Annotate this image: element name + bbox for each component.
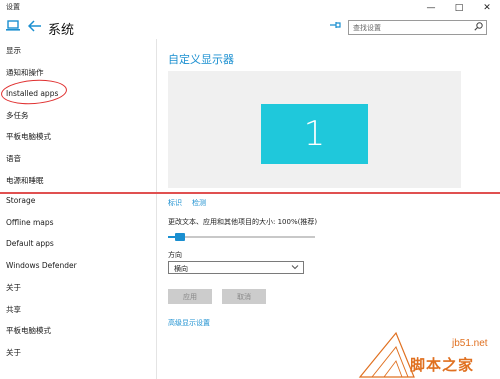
- back-arrow-icon[interactable]: [27, 20, 42, 36]
- slider-track: [168, 236, 315, 238]
- chevron-down-icon: [291, 262, 299, 274]
- watermark-logo-icon: [358, 331, 415, 378]
- sidebar-item-default-apps[interactable]: Default apps: [6, 239, 54, 248]
- orientation-label: 方向: [168, 251, 182, 259]
- advanced-display-settings-link[interactable]: 高级显示设置: [168, 318, 210, 328]
- sidebar-item-storage[interactable]: Storage: [6, 196, 35, 205]
- title-bar: 设置 — □ ✕: [0, 0, 500, 15]
- sidebar-item-speech[interactable]: 语音: [6, 153, 21, 164]
- header: 系统: [0, 15, 500, 39]
- sidebar-item-offline-maps[interactable]: Offline maps: [6, 218, 54, 227]
- page-title: 系统: [48, 23, 75, 38]
- sidebar-item-share[interactable]: 共享: [6, 304, 21, 315]
- section-title: 自定义显示器: [168, 53, 234, 66]
- close-button[interactable]: ✕: [476, 0, 498, 15]
- sidebar-item-power-sleep[interactable]: 电源和睡眠: [6, 175, 44, 186]
- detect-link[interactable]: 检测: [192, 198, 206, 208]
- watermark-name: 脚本之家: [410, 356, 475, 374]
- monitor-tile[interactable]: 1: [261, 104, 368, 164]
- slider-thumb[interactable]: [175, 233, 185, 241]
- annotation-line: [0, 192, 500, 194]
- scale-label: 更改文本、应用和其他项目的大小: 100%(推荐): [168, 218, 318, 226]
- pin-icon[interactable]: [329, 20, 341, 33]
- orientation-dropdown[interactable]: 横向: [168, 261, 304, 274]
- cancel-button[interactable]: 取消: [222, 289, 266, 304]
- scale-slider[interactable]: [168, 232, 315, 242]
- sidebar-item-about[interactable]: 关于: [6, 282, 21, 293]
- sidebar-item-about-2[interactable]: 关于: [6, 347, 21, 358]
- sidebar-item-display[interactable]: 显示: [6, 45, 21, 56]
- watermark: jb51.net 脚本之家: [356, 325, 500, 379]
- monitor-icon[interactable]: [6, 20, 20, 36]
- sidebar-item-tablet-mode[interactable]: 平板电脑模式: [6, 131, 51, 142]
- sidebar-item-notifications[interactable]: 通知和操作: [6, 67, 44, 78]
- identify-link[interactable]: 标识: [168, 198, 182, 208]
- watermark-url: jb51.net: [452, 338, 488, 349]
- sidebar-item-windows-defender[interactable]: Windows Defender: [6, 261, 77, 270]
- maximize-button[interactable]: □: [448, 0, 470, 15]
- app-title: 设置: [6, 3, 20, 11]
- search-icon[interactable]: [474, 22, 483, 34]
- minimize-button[interactable]: —: [420, 0, 442, 15]
- sidebar-item-tablet-mode-2[interactable]: 平板电脑模式: [6, 325, 51, 336]
- orientation-value: 横向: [174, 265, 188, 273]
- sidebar-item-multitasking[interactable]: 多任务: [6, 110, 29, 121]
- search-box: [348, 20, 487, 35]
- apply-button[interactable]: 应用: [168, 289, 212, 304]
- search-input[interactable]: [349, 21, 471, 34]
